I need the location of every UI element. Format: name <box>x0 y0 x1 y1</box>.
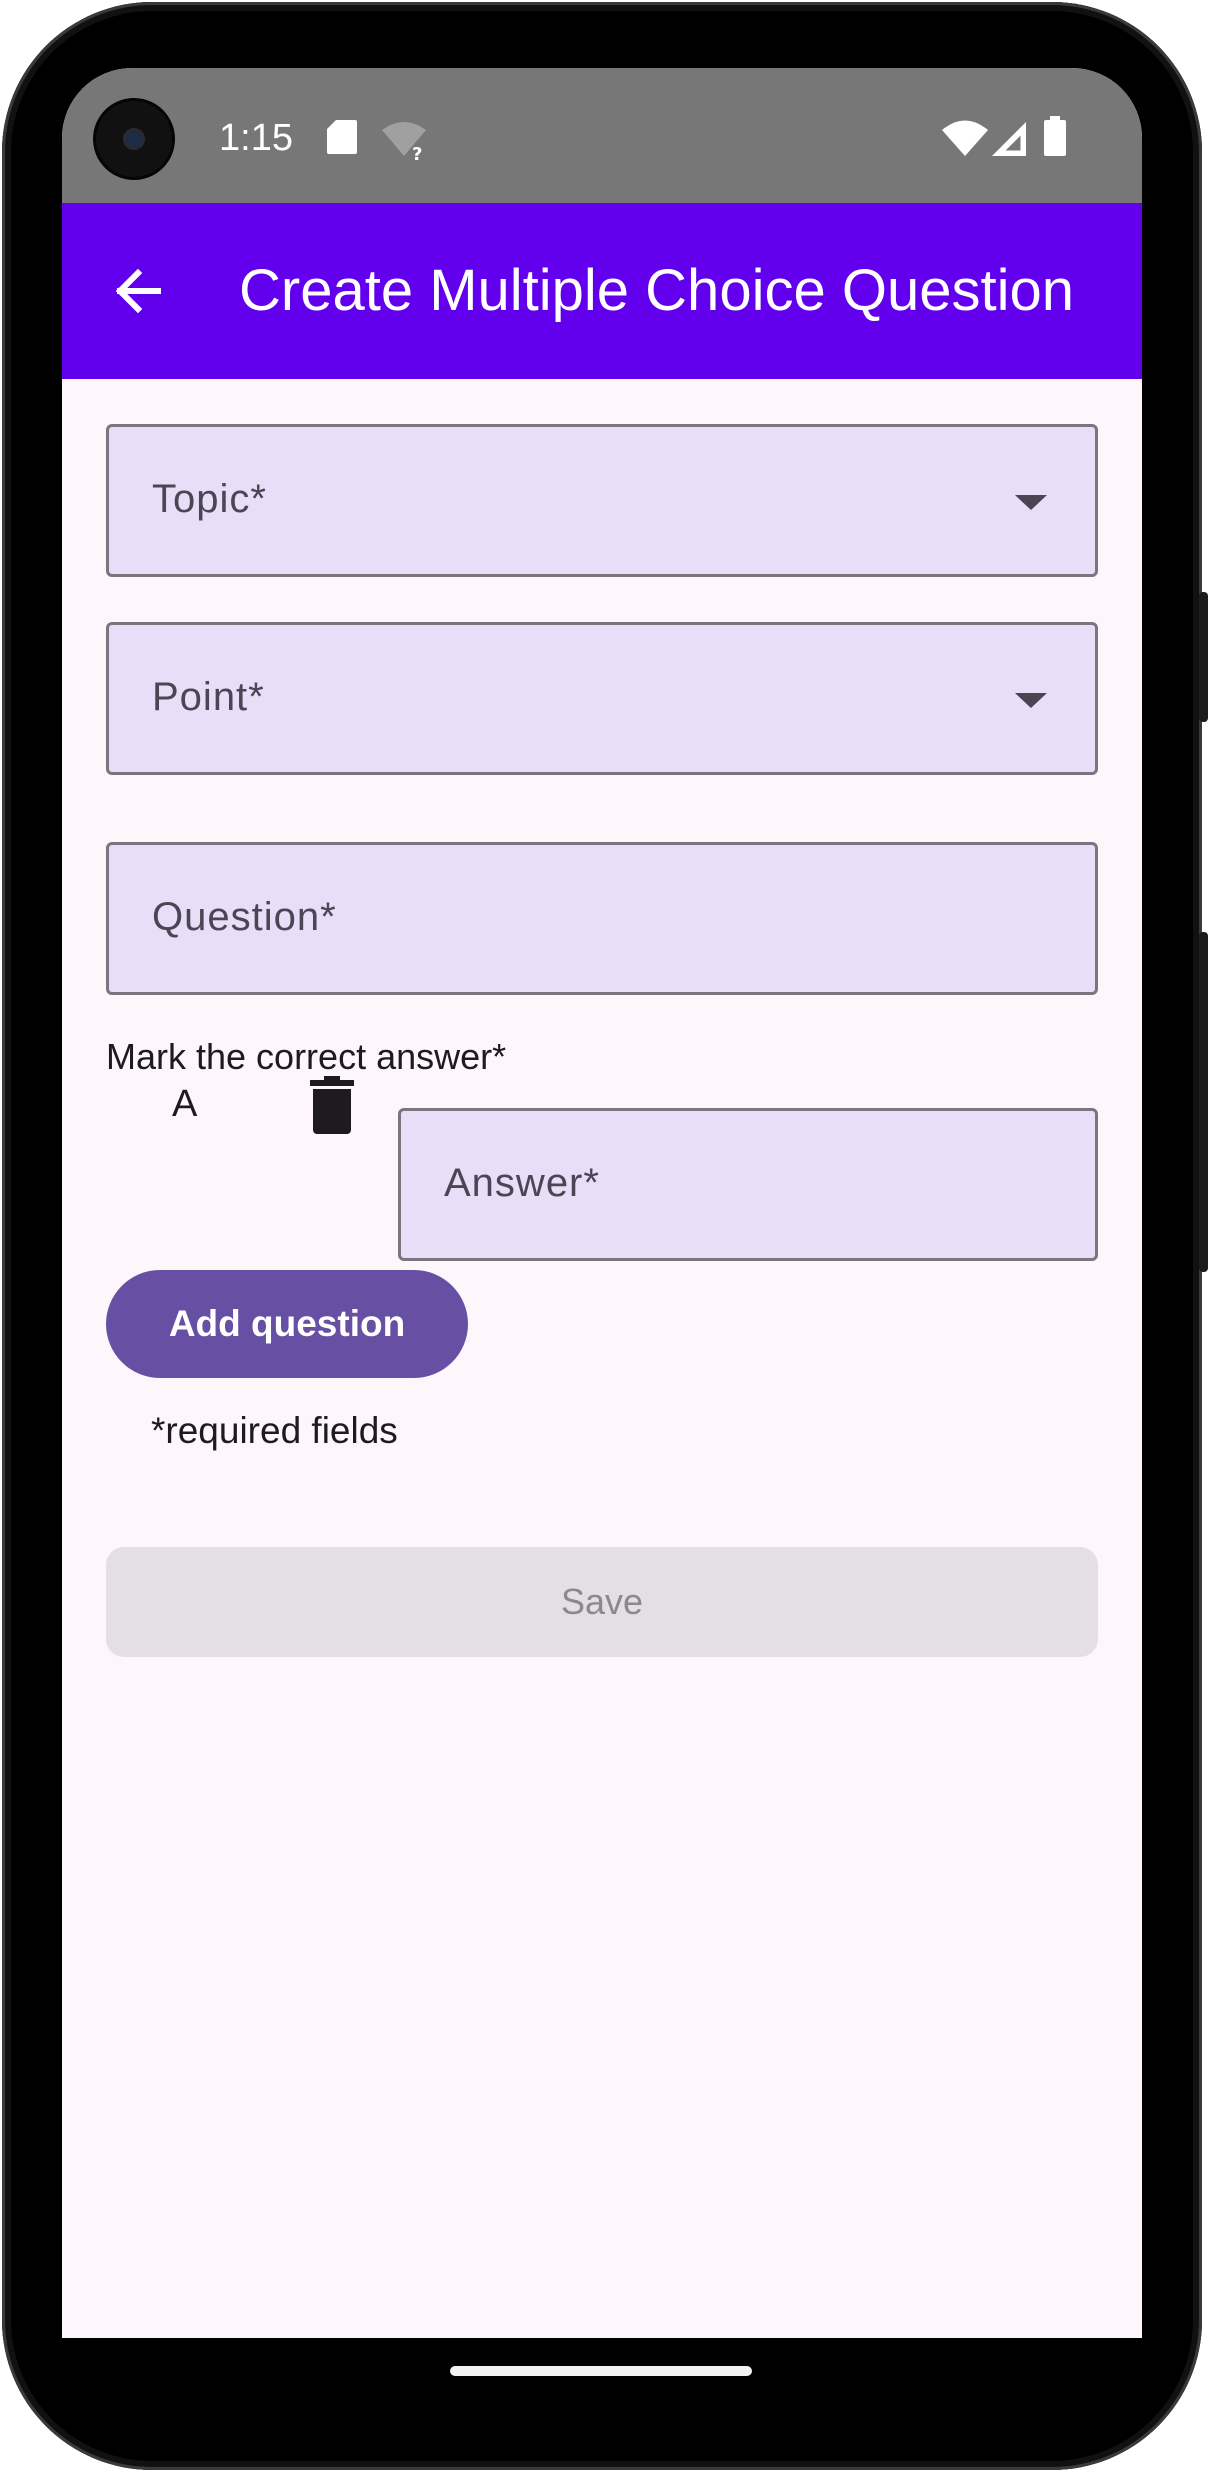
status-bar: 1:15 ? <box>62 68 1142 203</box>
mark-correct-answer-label: Mark the correct answer* <box>106 1036 507 1077</box>
required-fields-note: *required fields <box>151 1410 398 1451</box>
add-question-button[interactable]: Add question <box>106 1270 468 1378</box>
question-input[interactable]: Question* <box>106 842 1098 995</box>
answer-input[interactable]: Answer* <box>398 1108 1098 1261</box>
point-label: Point* <box>152 675 265 719</box>
screen: 1:15 ? Create Multiple Choice Question T… <box>62 68 1142 2342</box>
front-camera <box>96 101 172 177</box>
page-title: Create Multiple Choice Question <box>239 258 1074 323</box>
home-indicator[interactable] <box>450 2366 752 2376</box>
save-button[interactable]: Save <box>106 1547 1098 1657</box>
power-button <box>1199 592 1208 722</box>
wifi-icon <box>942 120 988 156</box>
trash-icon[interactable] <box>310 1076 354 1134</box>
question-label: Question* <box>152 895 337 939</box>
status-time: 1:15 <box>219 117 293 159</box>
app-bar: Create Multiple Choice Question <box>62 203 1142 379</box>
volume-button <box>1199 932 1208 1272</box>
sd-card-icon <box>327 120 357 154</box>
cell-signal-icon <box>992 122 1026 156</box>
wifi-unknown-icon: ? <box>382 122 426 162</box>
dropdown-arrow-icon <box>1015 495 1047 510</box>
topic-dropdown[interactable]: Topic* <box>106 424 1098 577</box>
battery-icon <box>1044 116 1066 156</box>
topic-label: Topic* <box>152 477 267 521</box>
dropdown-arrow-icon <box>1015 693 1047 708</box>
answer-option-letter[interactable]: A <box>172 1083 197 1126</box>
point-dropdown[interactable]: Point* <box>106 622 1098 775</box>
phone-frame: 1:15 ? Create Multiple Choice Question T… <box>2 2 1208 2470</box>
arrow-back-icon[interactable] <box>102 255 174 327</box>
answer-label: Answer* <box>444 1161 600 1205</box>
svg-text:?: ? <box>412 144 422 162</box>
